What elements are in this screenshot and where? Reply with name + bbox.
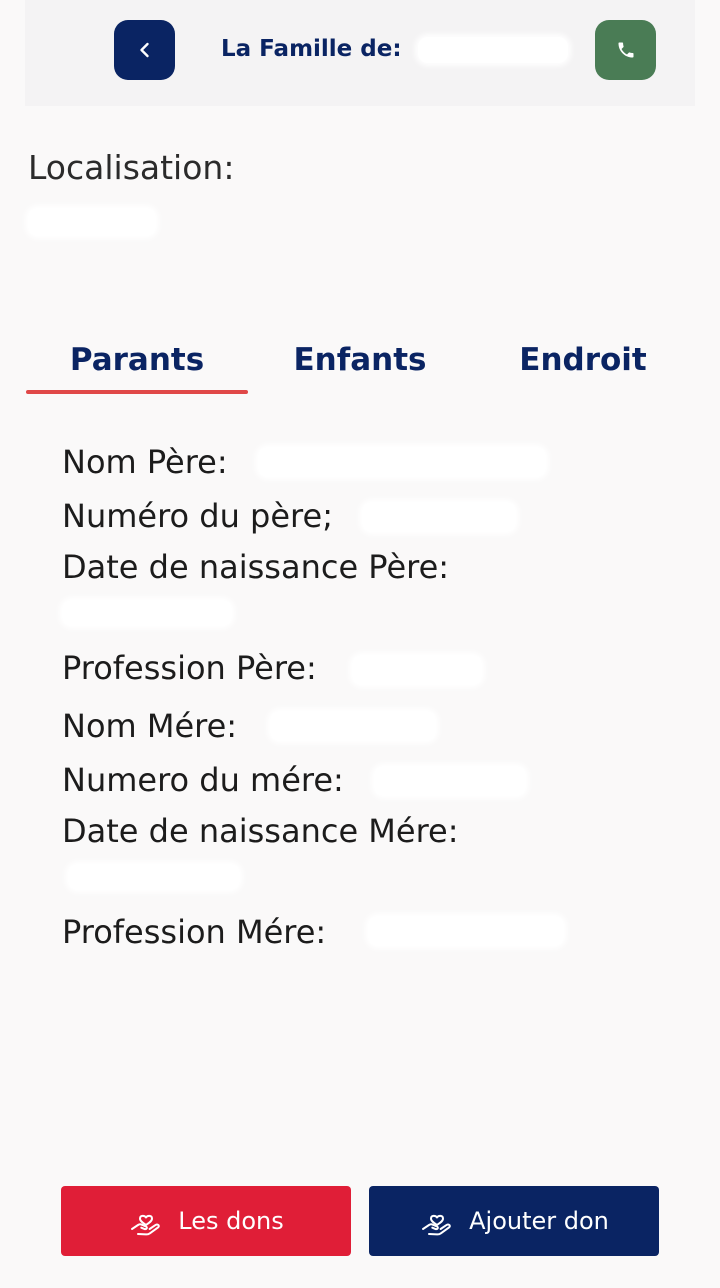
donation-heart-hand-icon (422, 1214, 451, 1236)
back-button[interactable] (114, 20, 175, 80)
mother-job-row: Profession Mére: (62, 913, 326, 951)
father-job-row: Profession Père: (62, 649, 317, 687)
mother-name-row: Nom Mére: (62, 707, 237, 745)
mother-phone-row: Numero du mére: (62, 761, 344, 799)
donations-button-label: Les dons (178, 1207, 284, 1235)
location-value-redacted (28, 208, 156, 236)
tab-place[interactable]: Endroit (472, 330, 694, 390)
call-button[interactable] (595, 20, 656, 80)
mother-birth-row: Date de naissance Mére: (62, 812, 459, 850)
father-name-value-redacted (258, 447, 546, 477)
father-phone-value-redacted (362, 502, 516, 532)
tab-parents[interactable]: Parants (26, 330, 248, 390)
father-name-row: Nom Père: (62, 443, 228, 481)
mother-job-value-redacted (368, 916, 564, 946)
mother-name-value-redacted (270, 711, 436, 741)
family-title: La Famille de: (221, 36, 568, 63)
top-bar: La Famille de: (25, 0, 695, 106)
add-donation-button[interactable]: Ajouter don (369, 1186, 659, 1256)
father-name-label: Nom Père: (62, 443, 228, 481)
mother-birth-value-redacted (68, 864, 240, 890)
mother-phone-value-redacted (374, 766, 526, 796)
location-label: Localisation: (28, 148, 235, 187)
add-donation-button-label: Ajouter don (469, 1207, 609, 1235)
mother-birth-label: Date de naissance Mére: (62, 812, 459, 850)
family-name-redacted (417, 36, 568, 63)
father-phone-row: Numéro du père; (62, 497, 333, 535)
active-tab-indicator (26, 390, 248, 394)
chevron-left-icon (139, 42, 149, 58)
father-job-label: Profession Père: (62, 649, 317, 687)
phone-icon (618, 42, 633, 58)
tab-bar: Parants Enfants Endroit (26, 330, 695, 396)
father-job-value-redacted (352, 655, 482, 685)
donations-button[interactable]: Les dons (61, 1186, 351, 1256)
tab-children[interactable]: Enfants (249, 330, 471, 390)
father-birth-label: Date de naissance Père: (62, 548, 450, 586)
mother-job-label: Profession Mére: (62, 913, 327, 951)
father-phone-label: Numéro du père; (62, 497, 333, 535)
father-birth-value-redacted (62, 600, 232, 626)
father-birth-row: Date de naissance Père: (62, 548, 449, 586)
family-title-label: La Famille de: (221, 36, 402, 62)
mother-name-label: Nom Mére: (62, 707, 238, 745)
donation-heart-hand-icon (131, 1214, 161, 1236)
mother-phone-label: Numero du mére: (62, 761, 344, 799)
